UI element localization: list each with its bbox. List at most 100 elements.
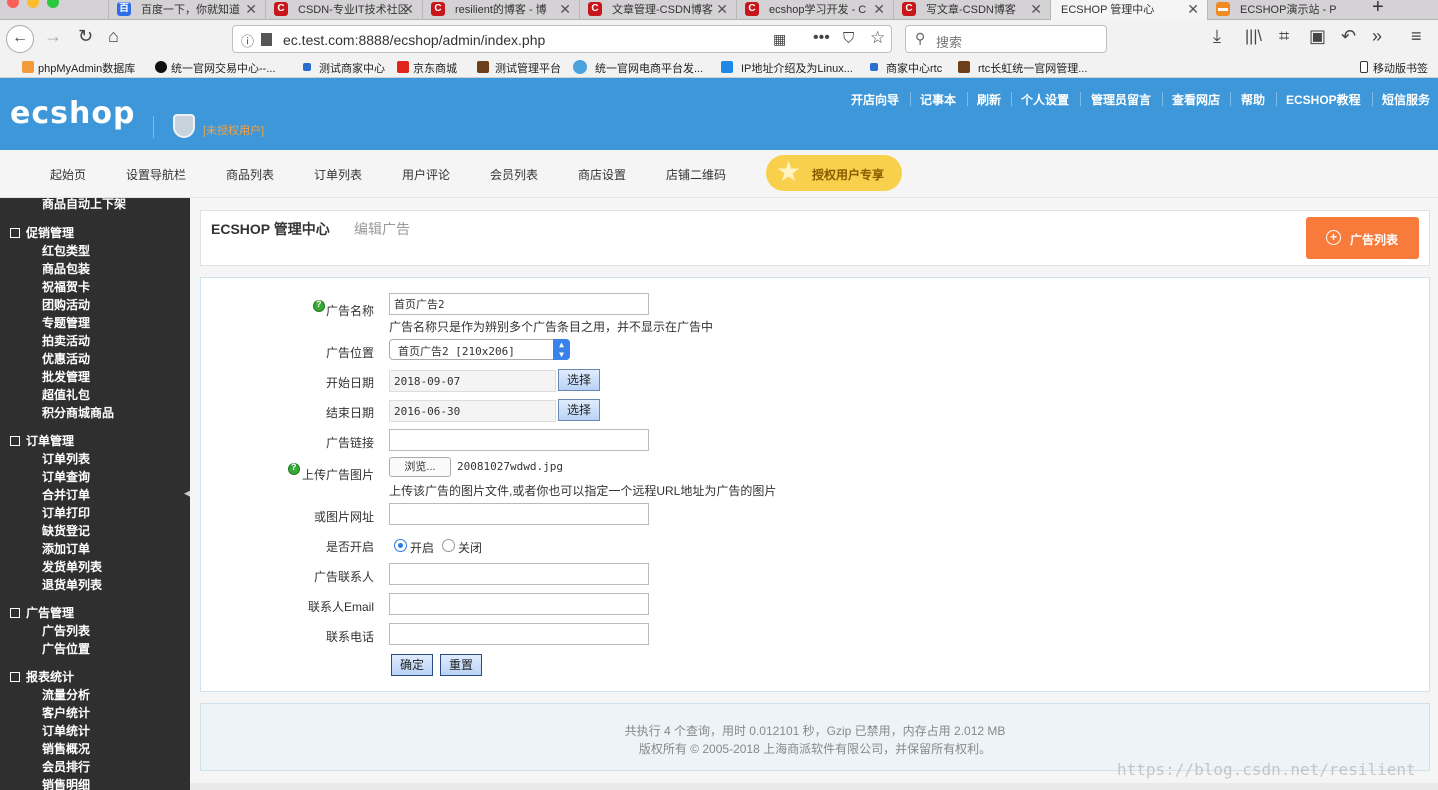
sidebar-item[interactable]: 销售概况 (42, 740, 90, 757)
header-link-help[interactable]: 帮助 (1241, 91, 1265, 108)
sidebar-group-promotion[interactable]: 促销管理 (10, 224, 74, 241)
sidebar-item[interactable]: 退货单列表 (42, 576, 102, 593)
bookmark-trade-center[interactable]: 统一官网交易中心--... (155, 60, 276, 76)
sidebar-item[interactable]: 团购活动 (42, 296, 90, 313)
header-link-setup-wizard[interactable]: 开店向导 (851, 91, 899, 108)
browser-tab-ecshop-learn[interactable]: C ecshop学习开发 - C ✕ (736, 0, 893, 20)
sidebar-item[interactable]: 流量分析 (42, 686, 90, 703)
sidebar-item[interactable]: 订单列表 (42, 450, 90, 467)
pocket-icon[interactable]: ⛉ (843, 30, 854, 47)
close-tab-icon[interactable]: ✕ (402, 1, 414, 18)
close-tab-icon[interactable]: ✕ (1030, 1, 1042, 18)
reload-button[interactable]: ↻ (78, 26, 93, 47)
contact-phone-input[interactable] (389, 623, 649, 645)
bookmark-merchant-rtc[interactable]: 商家中心rtc (870, 60, 942, 76)
close-tab-icon[interactable]: ✕ (873, 1, 885, 18)
close-tab-icon[interactable]: ✕ (1187, 1, 1199, 18)
sidebar-item[interactable]: 商品自动上下架 (42, 198, 126, 212)
sidebar-item[interactable]: 发货单列表 (42, 558, 102, 575)
sidebar-group-reports[interactable]: 报表统计 (10, 668, 74, 685)
header-link-admin-messages[interactable]: 管理员留言 (1091, 91, 1151, 108)
more-icon[interactable]: ••• (813, 29, 830, 47)
menu-item-members[interactable]: 会员列表 (490, 166, 538, 183)
contact-email-input[interactable] (389, 593, 649, 615)
sidebar-item-ad-list[interactable]: 广告列表 (42, 622, 90, 639)
bookmark-ec-platform[interactable]: 统一官网电商平台发... (573, 60, 703, 76)
home-icon[interactable]: ⌂ (108, 26, 119, 47)
sidebar-item[interactable]: 订单统计 (42, 722, 90, 739)
sidebar-item-ad-position[interactable]: 广告位置 (42, 640, 90, 657)
qr-icon[interactable]: ▦ (773, 31, 786, 48)
close-tab-icon[interactable]: ✕ (559, 1, 571, 18)
sidebar-item[interactable]: 优惠活动 (42, 350, 90, 367)
bookmark-star-icon[interactable]: ☆ (870, 28, 885, 48)
ad-link-input[interactable] (389, 429, 649, 451)
header-link-refresh[interactable]: 刷新 (977, 91, 1001, 108)
reset-button[interactable]: 重置 (440, 654, 482, 676)
image-url-input[interactable] (389, 503, 649, 525)
menu-item-comments[interactable]: 用户评论 (402, 166, 450, 183)
close-tab-icon[interactable]: ✕ (245, 1, 257, 18)
header-link-sms[interactable]: 短信服务 (1382, 91, 1430, 108)
menu-item-goods-list[interactable]: 商品列表 (226, 166, 274, 183)
ad-position-select[interactable]: 首页广告2 [210x206] ▲ ▼ (389, 339, 570, 360)
new-tab-icon[interactable]: + (1372, 0, 1384, 19)
sidebar-item[interactable]: 红包类型 (42, 242, 90, 259)
bookmark-phpmyadmin[interactable]: phpMyAdmin数据库 (22, 60, 135, 76)
ecshop-logo[interactable]: ecshop (10, 96, 135, 131)
sidebar-item[interactable]: 订单查询 (42, 468, 90, 485)
sidebar-icon[interactable]: ▣ (1309, 26, 1326, 47)
sidebar-item[interactable]: 祝福贺卡 (42, 278, 90, 295)
browser-tab-ecshop-demo[interactable]: ▬ ECSHOP演示站 - P (1207, 0, 1364, 20)
search-input[interactable]: ⚲ 搜索 (905, 25, 1107, 53)
ad-name-input[interactable] (389, 293, 649, 315)
sidebar-item[interactable]: 专题管理 (42, 314, 90, 331)
sidebar-item[interactable]: 积分商城商品 (42, 404, 114, 421)
contact-input[interactable] (389, 563, 649, 585)
crop-icon[interactable]: ⌗ (1279, 26, 1289, 47)
sidebar-item[interactable]: 商品包装 (42, 260, 90, 277)
header-link-view-shop[interactable]: 查看网店 (1172, 91, 1220, 108)
sidebar-item[interactable]: 超值礼包 (42, 386, 90, 403)
menu-item-nav-settings[interactable]: 设置导航栏 (126, 166, 186, 183)
browser-tab-resilient-blog[interactable]: C resilient的博客 - 博 ✕ (422, 0, 579, 20)
end-date-input[interactable]: 2016-06-30 (389, 400, 556, 422)
info-icon[interactable]: ⓘ (241, 31, 254, 50)
back-button[interactable]: ← (6, 25, 34, 53)
sidebar-item[interactable]: 客户统计 (42, 704, 90, 721)
address-bar[interactable]: ⓘ ec.test.com:8888/ecshop/admin/index.ph… (232, 25, 892, 53)
sidebar-item[interactable]: 批发管理 (42, 368, 90, 385)
bookmark-mobile[interactable]: 移动版书签 (1360, 60, 1428, 76)
forward-button[interactable]: → (44, 26, 62, 47)
menu-item-qrcode[interactable]: 店铺二维码 (666, 166, 726, 183)
start-date-input[interactable]: 2018-09-07 (389, 370, 556, 392)
browse-file-button[interactable]: 浏览... (389, 457, 451, 477)
browser-tab-ecshop-admin[interactable]: ECSHOP 管理中心 ✕ (1050, 0, 1207, 20)
sidebar-item[interactable]: 订单打印 (42, 504, 90, 521)
start-date-select-button[interactable]: 选择 (558, 369, 600, 391)
enabled-off-radio[interactable] (442, 539, 455, 552)
bookmark-jd[interactable]: 京东商城 (397, 60, 457, 76)
minimize-window-button[interactable] (27, 0, 39, 8)
sidebar-group-ads[interactable]: 广告管理 (10, 604, 74, 621)
browser-tab-article-mgmt[interactable]: C 文章管理-CSDN博客 ✕ (579, 0, 736, 20)
enabled-on-radio[interactable] (394, 539, 407, 552)
end-date-select-button[interactable]: 选择 (558, 399, 600, 421)
bookmark-test-admin[interactable]: 测试管理平台 (477, 60, 561, 76)
close-window-button[interactable] (7, 0, 19, 8)
menu-icon[interactable]: ≡ (1411, 26, 1422, 47)
header-link-tutorial[interactable]: ECSHOP教程 (1286, 91, 1361, 108)
close-tab-icon[interactable]: ✕ (716, 1, 728, 18)
sidebar-item[interactable]: 拍卖活动 (42, 332, 90, 349)
header-link-personal-settings[interactable]: 个人设置 (1021, 91, 1069, 108)
menu-item-order-list[interactable]: 订单列表 (314, 166, 362, 183)
submit-button[interactable]: 确定 (391, 654, 433, 676)
enabled-on-label[interactable]: 开启 (410, 539, 434, 556)
sidebar-item[interactable]: 会员排行 (42, 758, 90, 775)
bookmark-rtc-admin[interactable]: rtc长虹统一官网管理... (958, 60, 1087, 76)
browser-tab-baidu[interactable]: 百 百度一下，你就知道 ✕ (108, 0, 265, 20)
library-icon[interactable]: |||\ (1245, 28, 1262, 46)
undo-icon[interactable]: ↶ (1341, 26, 1356, 47)
bookmark-ip-linux[interactable]: IP地址介绍及为Linux... (721, 60, 853, 76)
download-icon[interactable]: ⤓ (1213, 26, 1221, 47)
